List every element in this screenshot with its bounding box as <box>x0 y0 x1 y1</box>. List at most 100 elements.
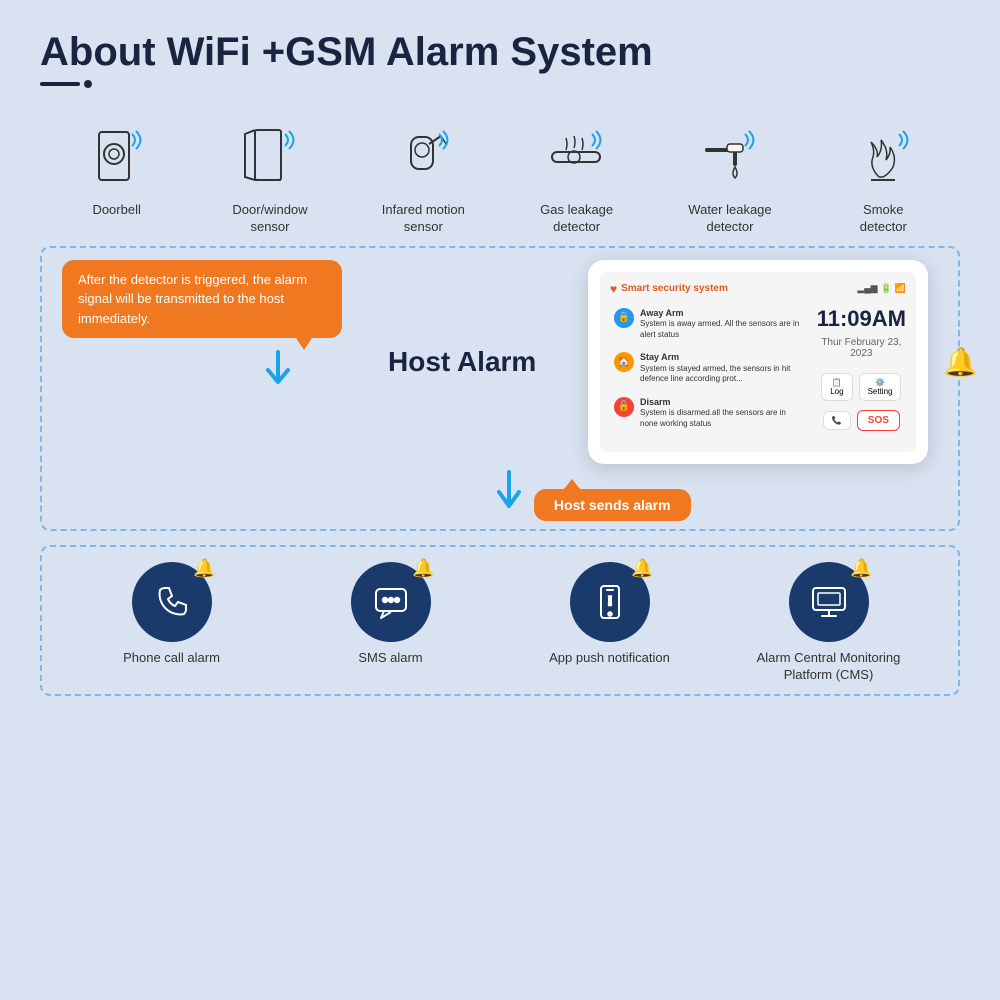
sos-btn[interactable]: SOS <box>857 410 900 431</box>
disarm-row: 🔓 Disarm System is disarmed.all the sens… <box>610 393 809 433</box>
phone-label: Phone call alarm <box>123 650 220 667</box>
bottom-icons-row: 🔔 Phone call alarm 🔔 <box>62 562 938 684</box>
title-underline <box>40 80 960 88</box>
bottom-icon-phone: 🔔 Phone call alarm <box>92 562 252 667</box>
host-bubble: Host sends alarm <box>534 489 691 521</box>
stay-arm-icon: 🏠 <box>614 352 634 372</box>
away-arm-text: Away Arm System is away armed. All the s… <box>640 308 805 340</box>
signal-bars-icon: ▂▄▆ <box>857 283 877 294</box>
away-arm-icon: 🔒 <box>614 308 634 328</box>
doorbell-icon-box <box>77 114 157 194</box>
monitor-icon <box>809 582 849 622</box>
icon-item-gas: Gas leakagedetector <box>512 114 642 236</box>
sms-label: SMS alarm <box>358 650 422 667</box>
gas-label: Gas leakagedetector <box>540 202 613 236</box>
disarm-icon: 🔓 <box>614 397 634 417</box>
detector-trigger-row: After the detector is triggered, the ala… <box>62 260 938 464</box>
phone-bell-badge: 🔔 <box>193 558 215 579</box>
app-icon: ! <box>590 582 630 622</box>
page-container: About WiFi +GSM Alarm System Doorbell <box>0 0 1000 1000</box>
bottom-icon-sms: 🔔 SMS alarm <box>311 562 471 667</box>
underline-dot <box>84 80 92 88</box>
motion-icon <box>391 122 456 187</box>
arrow-down-icon-2 <box>489 470 529 510</box>
svg-text:!: ! <box>608 594 612 608</box>
icon-item-motion: Infared motionsensor <box>358 114 488 236</box>
device-right-panel: 11:09AM Thur February 23, 2023 📋 Log <box>817 304 906 433</box>
disarm-text: Disarm System is disarmed.all the sensor… <box>640 397 805 429</box>
arrow-host-section: Host sends alarm <box>62 470 938 521</box>
smoke-icon <box>851 122 916 187</box>
sms-bell-badge: 🔔 <box>412 558 434 579</box>
away-arm-row: 🔒 Away Arm System is away armed. All the… <box>610 304 809 344</box>
call-icon: 📞 <box>832 416 842 425</box>
log-icon: 📋 <box>832 378 842 387</box>
host-alarm-label: Host Alarm <box>388 346 568 378</box>
device-wrapper: 🔔 ♥ Smart security system ▂ <box>588 260 928 464</box>
icon-item-smoke: Smokedetector <box>818 114 948 236</box>
gas-icon-box <box>537 114 617 194</box>
call-btn[interactable]: 📞 <box>823 411 851 430</box>
title-section: About WiFi +GSM Alarm System <box>40 30 960 88</box>
motion-icon-box <box>383 114 463 194</box>
door-label: Door/windowsensor <box>232 202 307 236</box>
wifi-icon: 📶 <box>895 283 906 294</box>
arrow-down-icon-1 <box>258 348 298 388</box>
bottom-icon-app: 🔔 ! App push notification <box>530 562 690 667</box>
sms-circle-icon: 🔔 <box>351 562 431 642</box>
smoke-icon-box <box>843 114 923 194</box>
setting-btn[interactable]: ⚙️ Setting <box>859 373 902 401</box>
water-icon <box>697 122 762 187</box>
device-logo: ♥ Smart security system <box>610 282 728 296</box>
app-circle-icon: 🔔 ! <box>570 562 650 642</box>
underline-dash <box>40 82 80 86</box>
device-action-row: 📞 SOS <box>823 410 900 431</box>
bottom-icon-cms: 🔔 Alarm Central MonitoringPlatform (CMS) <box>749 562 909 684</box>
icon-item-doorbell: Doorbell <box>52 114 182 219</box>
stay-arm-row: 🏠 Stay Arm System is stayed armed, the s… <box>610 348 809 388</box>
setting-icon: ⚙️ <box>875 378 885 387</box>
cms-label: Alarm Central MonitoringPlatform (CMS) <box>757 650 901 684</box>
sms-icon <box>371 582 411 622</box>
left-column: After the detector is triggered, the ala… <box>62 260 358 391</box>
log-btn[interactable]: 📋 Log <box>821 373 852 401</box>
gas-icon <box>544 122 609 187</box>
top-icons-row: Doorbell Door/windowsensor <box>40 114 960 236</box>
dashed-section: After the detector is triggered, the ala… <box>40 246 960 531</box>
app-bell-badge: 🔔 <box>631 558 653 579</box>
doorbell-icon <box>84 122 149 187</box>
doorbell-label: Doorbell <box>92 202 140 219</box>
device-frame: ♥ Smart security system ▂▄▆ 🔋 📶 <box>588 260 928 464</box>
arrow-wrapper: Host sends alarm <box>489 470 690 521</box>
arrow-down-1 <box>62 348 298 388</box>
device-signals: ▂▄▆ 🔋 📶 <box>857 283 906 294</box>
device-date: Thur February 23, 2023 <box>817 337 906 359</box>
smoke-label: Smokedetector <box>860 202 907 236</box>
battery-icon: 🔋 <box>881 283 892 294</box>
motion-label: Infared motionsensor <box>382 202 465 236</box>
water-icon-box <box>690 114 770 194</box>
device-left-panel: 🔒 Away Arm System is away armed. All the… <box>610 304 809 433</box>
icon-item-door: Door/windowsensor <box>205 114 335 236</box>
device-time: 11:09AM <box>817 306 906 332</box>
stay-arm-text: Stay Arm System is stayed armed, the sen… <box>640 352 805 384</box>
phone-circle-icon: 🔔 <box>132 562 212 642</box>
icon-item-water: Water leakagedetector <box>665 114 795 236</box>
water-label: Water leakagedetector <box>688 202 771 236</box>
alert-bell-icon: 🔔 <box>943 345 978 378</box>
door-icon-box <box>230 114 310 194</box>
device-main: 🔒 Away Arm System is away armed. All the… <box>610 304 906 433</box>
device-header: ♥ Smart security system ▂▄▆ 🔋 📶 <box>610 282 906 296</box>
device-btn-row: 📋 Log ⚙️ Setting <box>821 373 901 401</box>
main-title: About WiFi +GSM Alarm System <box>40 30 960 74</box>
cms-circle-icon: 🔔 <box>789 562 869 642</box>
door-icon <box>237 122 302 187</box>
bottom-section: 🔔 Phone call alarm 🔔 <box>40 545 960 696</box>
app-label: App push notification <box>549 650 670 667</box>
phone-icon <box>152 582 192 622</box>
middle-column: Host Alarm 🔔 ♥ Smart security syste <box>378 260 938 464</box>
device-brand: Smart security system <box>621 283 728 294</box>
speech-bubble: After the detector is triggered, the ala… <box>62 260 342 339</box>
cms-bell-badge: 🔔 <box>850 558 872 579</box>
device-inner: ♥ Smart security system ▂▄▆ 🔋 📶 <box>600 272 916 452</box>
